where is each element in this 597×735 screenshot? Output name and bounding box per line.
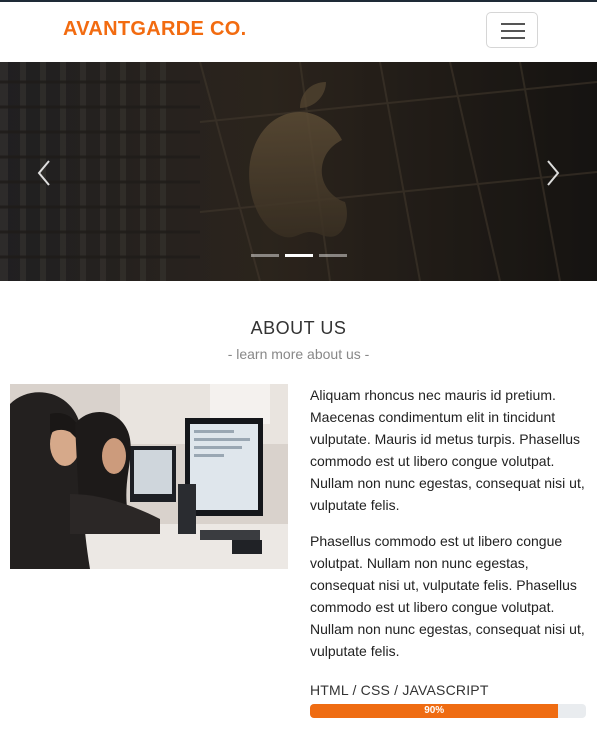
carousel-indicator-2-active[interactable] [285, 254, 313, 257]
hero-slide-image [0, 62, 597, 281]
carousel-next-button[interactable] [540, 158, 564, 188]
skill-progress-fill: 90% [310, 704, 559, 718]
brand-logo[interactable]: AVANTGARDE CO. [63, 18, 246, 41]
skill-label: HTML / CSS / JAVASCRIPT [310, 682, 489, 698]
section-title: ABOUT US [250, 318, 347, 338]
hamburger-icon-bar [501, 37, 525, 39]
carousel-prev-button[interactable] [33, 158, 57, 188]
carousel-indicator-1[interactable] [251, 254, 279, 257]
section-subtitle: - learn more about us - [227, 346, 370, 362]
chevron-left-icon [37, 160, 50, 186]
navbar: AVANTGARDE CO. [0, 0, 597, 62]
chevron-right-icon [547, 160, 560, 186]
about-text: Aliquam rhoncus nec mauris id pretium. M… [310, 384, 586, 662]
carousel-indicator-3[interactable] [319, 254, 347, 257]
about-photo [10, 384, 288, 569]
about-paragraph-1: Aliquam rhoncus nec mauris id pretium. M… [310, 387, 585, 513]
carousel-indicators [251, 254, 347, 260]
hamburger-icon-bar [501, 30, 525, 32]
skill-progress-bar: 90% [310, 704, 586, 718]
menu-toggle-button[interactable] [486, 12, 538, 48]
about-paragraph-2: Phasellus commodo est ut libero congue v… [310, 533, 585, 659]
hamburger-icon [501, 23, 525, 25]
hero-carousel [0, 62, 597, 281]
